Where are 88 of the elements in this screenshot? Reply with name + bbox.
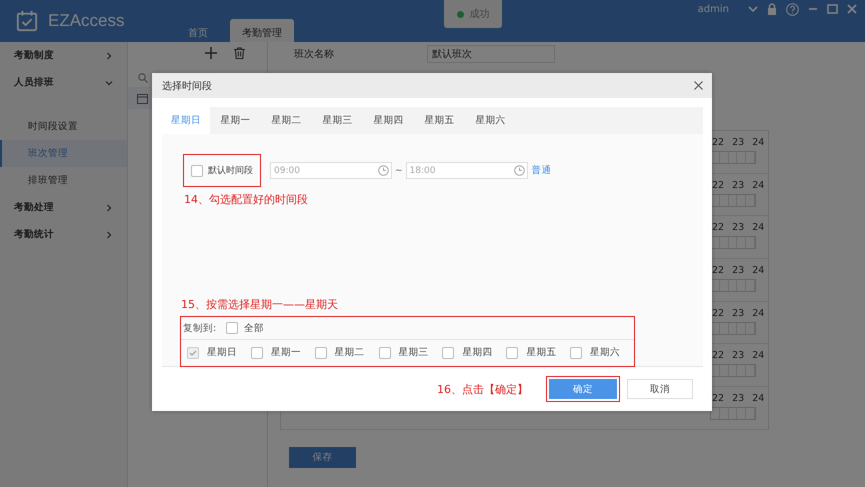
calendar-icon — [137, 92, 148, 104]
hour-label: 23 — [732, 222, 744, 234]
chevron-icon — [105, 78, 113, 86]
hour-label: 22 — [712, 180, 724, 191]
day-tab[interactable]: 星期四 — [363, 107, 414, 134]
annotation-text: 14、勾选配置好的时间段 — [184, 192, 309, 207]
sidebar-item[interactable]: 考勤制度 — [0, 42, 127, 69]
add-icon[interactable] — [205, 47, 217, 59]
hour-label: 22 — [712, 137, 724, 148]
chevron-icon — [105, 52, 113, 60]
hour-label: 23 — [732, 265, 744, 276]
day-tab[interactable]: 星期日 — [162, 107, 210, 134]
sidebar-subitem[interactable]: 排班管理 — [0, 167, 127, 194]
search-icon — [138, 73, 148, 83]
checkbox-label: 星期六 — [590, 346, 620, 359]
checkbox[interactable] — [442, 346, 454, 358]
help-icon[interactable] — [786, 2, 799, 16]
dialog-title: 选择时间段 — [162, 80, 212, 92]
sidebar-subitem[interactable]: 时间段设置 — [0, 113, 127, 140]
shift-name-field[interactable]: 默认班次 — [427, 45, 555, 63]
range-separator: ~ — [395, 166, 403, 176]
annotation-text: 16、点击【确定】 — [437, 382, 528, 396]
hour-label: 24 — [752, 222, 764, 234]
nav-tab[interactable]: 首页 — [166, 19, 230, 42]
hour-label: 24 — [752, 393, 764, 404]
period-type-link[interactable]: 普通 — [532, 164, 552, 177]
hour-label: 22 — [712, 265, 724, 276]
chevron-icon — [105, 204, 113, 212]
checkbox-label: 星期日 — [207, 346, 237, 359]
hour-label: 23 — [732, 350, 744, 362]
hour-label: 23 — [732, 180, 744, 191]
day-tab[interactable]: 星期一 — [210, 107, 261, 134]
hour-label: 22 — [712, 222, 724, 234]
user-name[interactable]: admin — [698, 4, 729, 14]
hour-label: 22 — [712, 393, 724, 404]
checkbox-label: 星期一 — [270, 346, 301, 359]
chevron-icon — [105, 230, 113, 238]
sidebar-item[interactable]: 考勤处理 — [0, 194, 127, 221]
copy-to-label: 复制到: — [183, 322, 216, 334]
save-button[interactable]: 保存 — [289, 447, 356, 468]
checkbox[interactable] — [226, 322, 238, 334]
clock-icon — [378, 165, 389, 176]
checkbox[interactable] — [378, 346, 391, 358]
day-tab[interactable]: 星期五 — [414, 107, 465, 134]
chevron-down-icon[interactable] — [748, 5, 758, 13]
checkbox-label: 星期二 — [334, 346, 365, 359]
confirm-button[interactable]: 确定 — [549, 379, 617, 399]
cancel-button[interactable]: 取消 — [627, 379, 693, 399]
lock-icon[interactable] — [767, 3, 777, 15]
sidebar-item[interactable]: 人员排班 — [0, 69, 127, 96]
hour-label: 23 — [732, 393, 744, 404]
checkbox[interactable] — [314, 346, 327, 358]
sidebar-subitem[interactable]: 班次管理 — [0, 140, 127, 167]
period-label: 默认时间段 — [208, 164, 253, 177]
hour-label: 24 — [752, 308, 764, 319]
checkbox[interactable] — [506, 346, 518, 358]
checkbox-label: 全部 — [244, 322, 264, 334]
hour-label: 24 — [752, 350, 764, 362]
checkbox-label: 星期五 — [526, 346, 556, 359]
day-tab[interactable]: 星期二 — [261, 107, 312, 134]
calendar-check-icon — [16, 10, 38, 32]
close-icon[interactable] — [694, 81, 703, 90]
annotation-text: 15、按需选择星期一——星期天 — [181, 297, 339, 312]
hour-label: 23 — [732, 308, 744, 319]
clock-icon — [514, 165, 525, 176]
toast-text: 成功 — [470, 8, 490, 21]
checkbox[interactable] — [191, 164, 203, 176]
sidebar-item[interactable]: 考勤统计 — [0, 221, 127, 248]
hour-label: 24 — [752, 265, 764, 276]
hour-label: 24 — [752, 180, 764, 191]
hour-grid — [710, 407, 756, 420]
hour-label: 22 — [712, 308, 724, 319]
nav-tab[interactable]: 考勤管理 — [230, 19, 294, 42]
shift-name-label: 班次名称 — [293, 48, 335, 61]
maximize-icon[interactable] — [827, 4, 838, 14]
check-icon — [189, 348, 197, 356]
hour-label: 23 — [732, 137, 744, 148]
day-tab[interactable]: 星期三 — [312, 107, 363, 134]
status-dot-icon — [456, 10, 464, 18]
day-tab[interactable]: 星期六 — [465, 107, 516, 134]
hour-label: 24 — [752, 137, 764, 148]
trash-icon[interactable] — [234, 47, 245, 59]
checkbox-label: 星期三 — [398, 346, 429, 359]
hour-label: 22 — [712, 350, 724, 362]
checkbox-label: 星期四 — [462, 346, 492, 359]
checkbox[interactable] — [250, 346, 263, 358]
app-logo-text: EZAccess — [48, 11, 125, 31]
checkbox[interactable] — [570, 346, 582, 358]
